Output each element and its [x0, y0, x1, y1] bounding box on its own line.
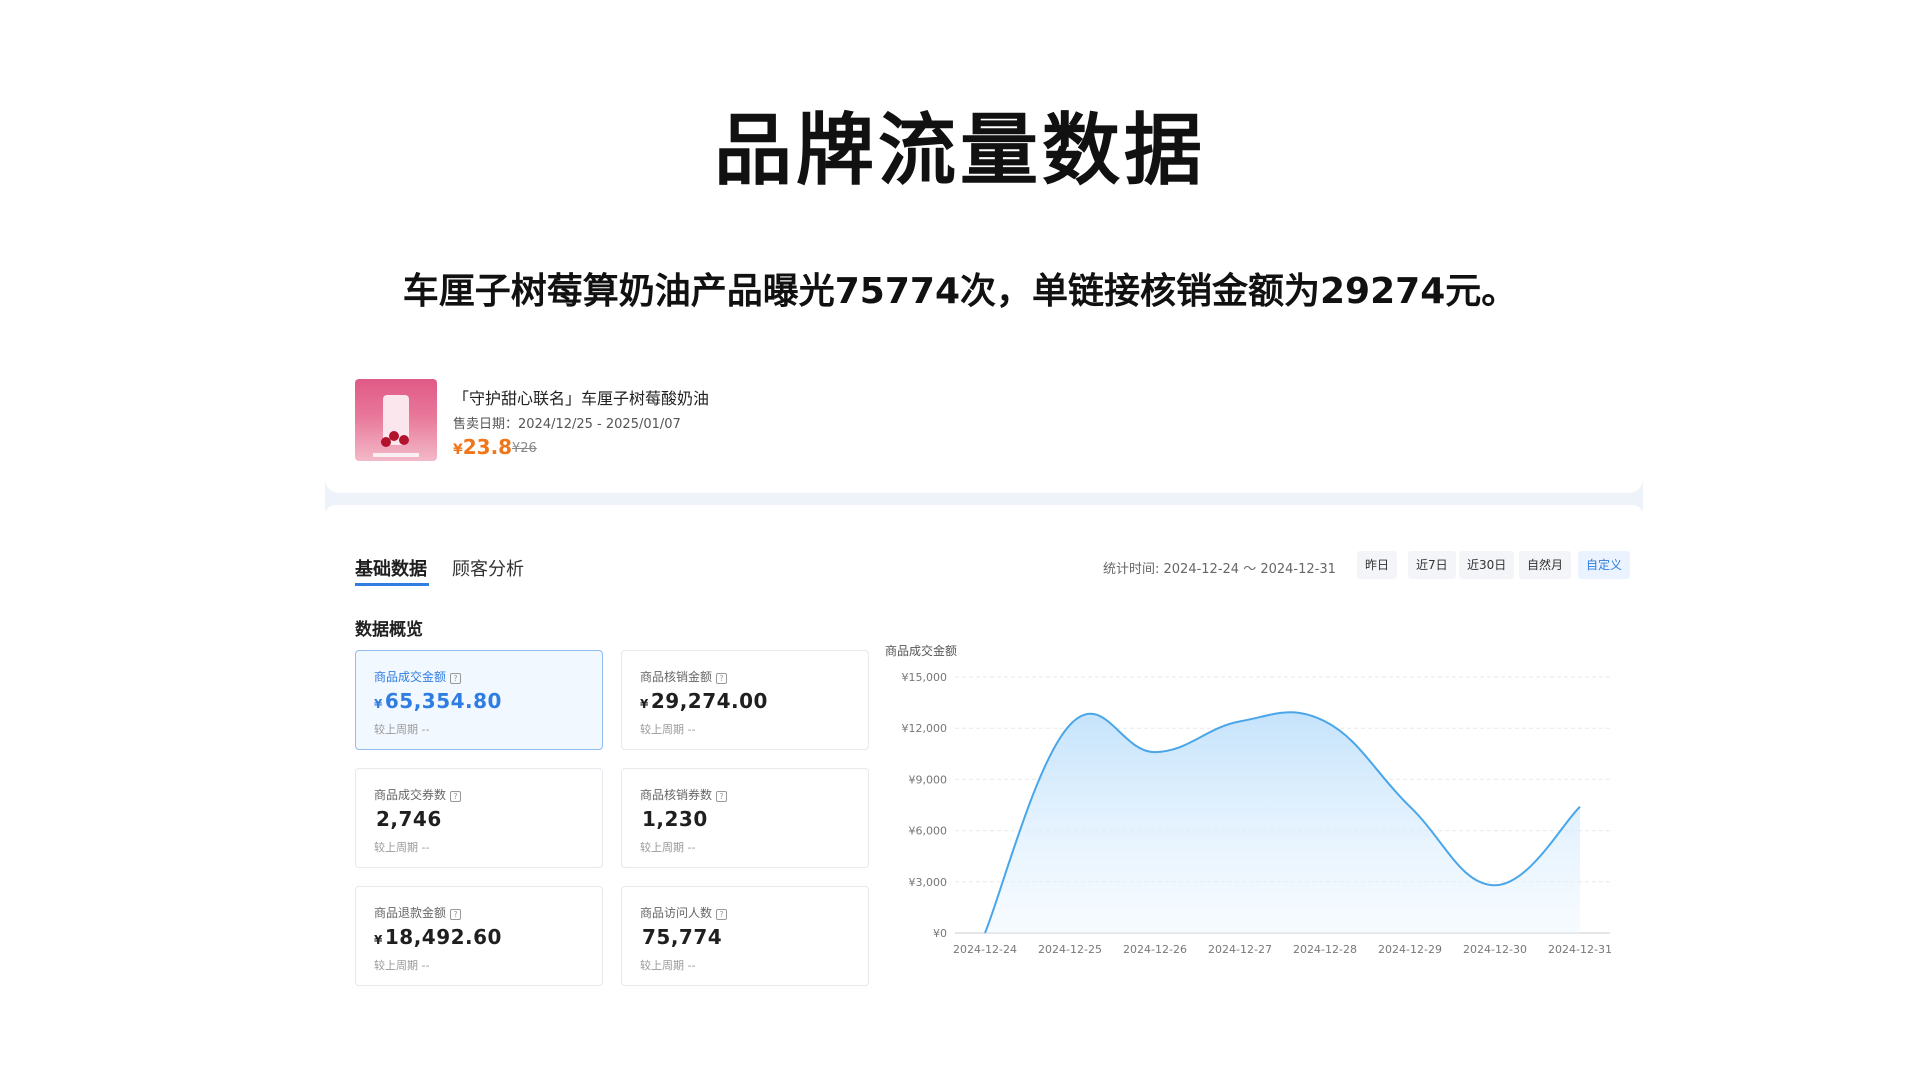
- kpi-label: 商品访问人数?: [640, 904, 728, 921]
- chart-container: 商品成交金额 2024-12-24 2024-12-25 2024-12-26 202…: [885, 625, 1625, 992]
- y-tick-label: ¥6,000: [909, 825, 948, 838]
- product-sale-dates: 售卖日期：2024/12/25 - 2025/01/07: [453, 417, 681, 432]
- help-icon[interactable]: ?: [450, 791, 462, 802]
- x-tick-label: 2024-12-25: [1038, 943, 1102, 956]
- kpi-card-redeemed-vouchers[interactable]: 商品核销券数? 1,230 较上周期 --: [621, 768, 869, 868]
- kpi-card-redeemed-amount[interactable]: 商品核销金额? ¥29,274.00 较上周期 --: [621, 650, 869, 750]
- kpi-value: ¥29,274.00: [640, 689, 768, 713]
- tab-basic-data[interactable]: 基础数据: [355, 555, 427, 581]
- kpi-compare: 较上周期 --: [640, 841, 696, 854]
- kpi-compare: 较上周期 --: [374, 959, 430, 972]
- kpi-label: 商品成交金额?: [374, 668, 462, 685]
- kpi-value: 1,230: [642, 807, 708, 831]
- kpi-label: 商品核销券数?: [640, 786, 728, 803]
- product-original-price: ¥26: [512, 441, 537, 456]
- product-name: 「守护甜心联名」车厘子树莓酸奶油: [453, 389, 710, 408]
- tab-customer-analysis[interactable]: 顾客分析: [452, 555, 524, 581]
- y-tick-label: ¥12,000: [902, 722, 948, 735]
- range-30d-button[interactable]: 近30日: [1459, 551, 1515, 579]
- data-card: 基础数据 顾客分析 统计时间: 2024-12-24 ～ 2024-12-31 …: [325, 505, 1643, 992]
- range-custom-button[interactable]: 自定义: [1578, 551, 1631, 579]
- range-7d-button[interactable]: 近7日: [1408, 551, 1456, 579]
- help-icon[interactable]: ?: [450, 909, 462, 920]
- kpi-card-visitors[interactable]: 商品访问人数? 75,774 较上周期 --: [621, 886, 869, 986]
- dashboard-panel: 「守护甜心联名」车厘子树莓酸奶油 售卖日期：2024/12/25 - 2025/…: [325, 355, 1643, 992]
- product-price: ¥23.8: [453, 435, 513, 459]
- active-tab-indicator: [355, 583, 429, 586]
- kpi-compare: 较上周期 --: [640, 723, 696, 736]
- x-tick-label: 2024-12-30: [1463, 943, 1527, 956]
- stat-time-range: 统计时间: 2024-12-24 ～ 2024-12-31: [1103, 562, 1336, 577]
- product-image: [355, 379, 437, 461]
- help-icon[interactable]: ?: [716, 791, 728, 802]
- y-tick-label: ¥9,000: [909, 773, 948, 786]
- y-tick-label: ¥0: [933, 927, 947, 940]
- slide-subtitle: 车厘子树莓算奶油产品曝光75774次，单链接核销金额为29274元。: [402, 271, 1518, 312]
- slide-title: 品牌流量数据: [713, 106, 1206, 196]
- section-title: 数据概览: [355, 620, 423, 640]
- kpi-label: 商品核销金额?: [640, 668, 728, 685]
- y-tick-label: ¥3,000: [909, 876, 948, 889]
- kpi-value: ¥65,354.80: [374, 689, 502, 713]
- kpi-card-refund-amount[interactable]: 商品退款金额? ¥18,492.60 较上周期 --: [355, 886, 603, 986]
- x-tick-label: 2024-12-26: [1123, 943, 1187, 956]
- series-area: [985, 712, 1580, 933]
- kpi-compare: 较上周期 --: [374, 723, 430, 736]
- product-card: 「守护甜心联名」车厘子树莓酸奶油 售卖日期：2024/12/25 - 2025/…: [325, 355, 1643, 493]
- help-icon[interactable]: ?: [716, 673, 728, 684]
- chart-title: 商品成交金额: [885, 643, 957, 658]
- kpi-compare: 较上周期 --: [640, 959, 696, 972]
- range-month-button[interactable]: 自然月: [1519, 551, 1572, 579]
- kpi-card-gmv[interactable]: 商品成交金额? ¥65,354.80 较上周期 --: [355, 650, 603, 750]
- area-chart: 商品成交金额 2024-12-24 2024-12-25 2024-12-26 202…: [885, 643, 1612, 956]
- kpi-value: 2,746: [376, 807, 442, 831]
- kpi-compare: 较上周期 --: [374, 841, 430, 854]
- x-tick-label: 2024-12-24: [953, 943, 1017, 956]
- help-icon[interactable]: ?: [716, 909, 728, 920]
- kpi-card-sold-vouchers[interactable]: 商品成交券数? 2,746 较上周期 --: [355, 768, 603, 868]
- x-tick-label: 2024-12-28: [1293, 943, 1357, 956]
- x-tick-label: 2024-12-31: [1548, 943, 1612, 956]
- kpi-label: 商品成交券数?: [374, 786, 462, 803]
- range-yesterday-button[interactable]: 昨日: [1357, 551, 1398, 579]
- help-icon[interactable]: ?: [450, 673, 462, 684]
- kpi-label: 商品退款金额?: [374, 904, 462, 921]
- x-tick-label: 2024-12-29: [1378, 943, 1442, 956]
- kpi-value: ¥18,492.60: [374, 925, 502, 949]
- x-tick-label: 2024-12-27: [1208, 943, 1272, 956]
- y-tick-label: ¥15,000: [902, 671, 948, 684]
- kpi-value: 75,774: [642, 925, 723, 949]
